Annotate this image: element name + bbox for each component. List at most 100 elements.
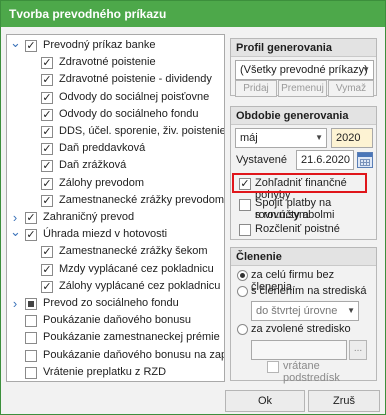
- check-icon: ✓: [42, 74, 52, 87]
- tree-row-label: Úhrada miezd v hotovosti: [43, 228, 168, 241]
- ok-button[interactable]: Ok: [225, 390, 305, 412]
- rename-profile-button[interactable]: Premenuj: [278, 80, 327, 97]
- tree-checkbox[interactable]: ✓: [25, 229, 37, 242]
- delete-profile-button[interactable]: Vymaž: [328, 80, 374, 97]
- tree-row-label: Odvody do sociálnej poisťovne: [59, 90, 210, 103]
- tree-checkbox[interactable]: ✓: [41, 177, 53, 190]
- tree-checkbox[interactable]: [25, 332, 37, 345]
- add-profile-button[interactable]: Pridaj: [235, 80, 277, 97]
- tree-row[interactable]: ✓ Zamestnanecké zrážky šekom: [7, 243, 224, 261]
- expand-down-icon[interactable]: ⌄: [10, 225, 21, 241]
- calendar-icon[interactable]: [357, 152, 373, 168]
- tree-checkbox[interactable]: [25, 298, 37, 310]
- split-insurance-checkbox[interactable]: [239, 224, 251, 236]
- tree-checkbox[interactable]: ✓: [41, 246, 53, 259]
- issued-date-input[interactable]: 21.6.2020: [296, 150, 354, 170]
- profile-select[interactable]: (Všetky prevodné príkazy) ▼: [235, 60, 374, 80]
- tree-row-label: Zamestnanecké zrážky prevodom: [59, 193, 225, 206]
- tree-row-label: Poukázanie zamestnaneckej prémie: [43, 331, 220, 344]
- tree-row[interactable]: ✓ Daň preddavková: [7, 140, 224, 158]
- tree-row-label: Daň zrážková: [59, 159, 127, 172]
- tree-row-label: Prevod zo sociálneho fondu: [43, 297, 179, 309]
- expand-right-icon[interactable]: ›: [10, 211, 20, 224]
- tree-row[interactable]: ✓ Daň zrážková: [7, 157, 224, 175]
- tree-checkbox[interactable]: [25, 366, 37, 379]
- tree-row[interactable]: ✓ Odvody do sociálnej poisťovne: [7, 89, 224, 107]
- check-icon: ✓: [42, 126, 52, 138]
- year-input[interactable]: 2020: [331, 128, 373, 148]
- tree-row-label: Vrátenie preplatku z RZD: [43, 365, 167, 378]
- tree-checkbox[interactable]: [25, 349, 37, 362]
- browse-center-button[interactable]: ...: [349, 340, 367, 360]
- tree-row[interactable]: ✓ Zdravotné poistenie - dividendy: [7, 71, 224, 89]
- tree-row[interactable]: Poukázanie daňového bonusu na zapl...: [7, 347, 224, 365]
- tree-checkbox[interactable]: ✓: [41, 160, 53, 173]
- issued-label: Vystavené: [236, 154, 287, 166]
- tree-row-label: Prevodný príkaz banke: [43, 39, 156, 51]
- tree-checkbox[interactable]: ✓: [41, 194, 53, 207]
- tree-row[interactable]: ⌄ ✓ Prevodný príkaz banke: [7, 36, 224, 55]
- tree-row[interactable]: ✓ Odvody do sociálneho fondu: [7, 106, 224, 124]
- tree-checkbox[interactable]: [25, 315, 37, 328]
- expand-down-icon[interactable]: ⌄: [10, 36, 21, 52]
- tree-row[interactable]: ✓ Zdravotné poistenie: [7, 54, 224, 72]
- chevron-down-icon: ▼: [315, 133, 323, 142]
- tree-row[interactable]: ✓ Mzdy vyplácané cez pokladnicu: [7, 261, 224, 279]
- tree-row[interactable]: Vrátenie preplatku z RZD: [7, 364, 224, 381]
- check-icon: ✓: [42, 91, 52, 104]
- check-icon: ✓: [42, 57, 52, 70]
- tree-checkbox[interactable]: ✓: [41, 263, 53, 276]
- tree-row[interactable]: ✓ Zamestnanecké zrážky prevodom: [7, 192, 224, 210]
- tree-checkbox[interactable]: ✓: [41, 74, 53, 87]
- tree-checkbox[interactable]: ✓: [25, 212, 37, 224]
- profile-group-title: Profil generovania: [231, 39, 376, 57]
- division-group-title: Členenie: [231, 248, 376, 266]
- check-icon: ✓: [42, 246, 52, 259]
- tree-row-label: Poukázanie daňového bonusu na zapl...: [43, 348, 225, 361]
- selected-center-label: za zvolené stredisko: [251, 323, 351, 335]
- tree-checkbox[interactable]: ✓: [25, 40, 37, 52]
- tree-row[interactable]: ✓ DDS, účel. sporenie, živ. poistenie: [7, 123, 224, 141]
- tree-checkbox[interactable]: ✓: [41, 143, 53, 156]
- tree-row-label: Daň preddavková: [59, 142, 146, 155]
- tree-row-label: Mzdy vyplácané cez pokladnicu: [59, 262, 214, 275]
- tree-checkbox[interactable]: ✓: [41, 280, 53, 293]
- tree-row[interactable]: › ✓ Zahraničný prevod: [7, 209, 224, 227]
- by-centers-radio[interactable]: [237, 286, 248, 297]
- tree-checkbox[interactable]: ✓: [41, 126, 53, 138]
- month-select[interactable]: máj ▼: [235, 128, 327, 148]
- merge-payments-checkbox[interactable]: [239, 199, 251, 211]
- profile-select-value: (Všetky prevodné príkazy): [240, 64, 368, 76]
- tree-row-label: Odvody do sociálneho fondu: [59, 107, 199, 120]
- profile-group: Profil generovania (Všetky prevodné prík…: [230, 38, 377, 97]
- check-icon: ✓: [42, 143, 52, 156]
- tree-row[interactable]: Poukázanie daňového bonusu: [7, 312, 224, 330]
- tree-row[interactable]: Poukázanie zamestnaneckej prémie: [7, 329, 224, 347]
- tree-row-label: Zdravotné poistenie: [59, 56, 156, 69]
- expand-right-icon[interactable]: ›: [10, 297, 20, 310]
- tree-checkbox[interactable]: ✓: [41, 91, 53, 104]
- level-select-value: do štvrtej úrovne: [256, 305, 338, 317]
- dialog-title: Tvorba prevodného príkazu: [1, 1, 385, 27]
- selected-center-radio[interactable]: [237, 324, 248, 335]
- tree-row[interactable]: ⌄ ✓ Úhrada miezd v hotovosti: [7, 225, 224, 244]
- division-group: Členenie za celú firmu bez členenia s čl…: [230, 247, 377, 384]
- check-icon: ✓: [42, 194, 52, 207]
- by-centers-label: s členením na strediská: [251, 285, 367, 297]
- center-input[interactable]: [251, 340, 347, 360]
- tree-row-label: Zálohy prevodom: [59, 176, 144, 189]
- whole-company-radio[interactable]: [237, 270, 248, 281]
- tree-row[interactable]: › Prevod zo sociálneho fondu: [7, 295, 224, 313]
- cancel-button[interactable]: Zruš: [308, 390, 380, 412]
- month-value: máj: [240, 132, 258, 144]
- level-select[interactable]: do štvrtej úrovne ▼: [251, 301, 359, 321]
- tree-checkbox[interactable]: ✓: [41, 108, 53, 121]
- tree-row[interactable]: ✓ Zálohy prevodom: [7, 175, 224, 193]
- tree-checkbox[interactable]: ✓: [41, 57, 53, 70]
- check-icon: ✓: [26, 40, 36, 52]
- split-insurance-label: Rozčleniť poistné: [255, 223, 340, 235]
- include-subcenters-label: vrátane podstredísk: [283, 360, 340, 384]
- include-subcenters-checkbox[interactable]: [267, 361, 279, 373]
- tree-row[interactable]: ✓ Zálohy vyplácané cez pokladnicu: [7, 278, 224, 296]
- transfer-order-tree[interactable]: ⌄ ✓ Prevodný príkaz banke ✓ Zdravotné poiste…: [6, 34, 225, 382]
